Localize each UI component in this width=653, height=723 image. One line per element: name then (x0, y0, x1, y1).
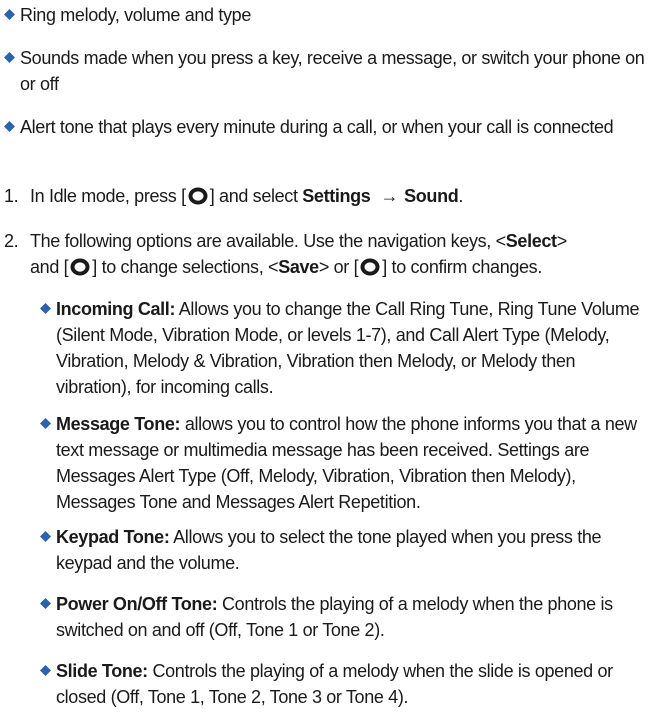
settings-label: Settings (302, 186, 371, 206)
ok-key-icon (188, 186, 208, 206)
manual-page: Ring melody, volume and type Sounds made… (0, 0, 653, 723)
diamond-bullet-icon (40, 598, 51, 609)
step-text: The following options are available. Use… (30, 231, 506, 251)
step-2: 2. The following options are available. U… (4, 228, 653, 280)
step-number: 1. (4, 186, 19, 206)
option-title: Keypad Tone: (56, 527, 170, 547)
diamond-bullet-icon (40, 531, 51, 542)
step-text: > or [ (318, 257, 359, 277)
option-message-tone: Message Tone: allows you to control how … (40, 411, 653, 515)
option-title: Slide Tone: (56, 661, 148, 681)
step-text: . (458, 186, 464, 206)
diamond-bullet-icon (4, 9, 15, 20)
step-text: ] and select (209, 186, 298, 206)
step-1: 1. In Idle mode, press [ ] and select Sett… (4, 183, 644, 209)
arrow-icon: → (380, 186, 399, 206)
diamond-bullet-icon (40, 665, 51, 676)
intro-bullet-text: Alert tone that plays every minute durin… (20, 117, 614, 137)
save-label: Save (278, 257, 319, 277)
intro-bullet-text: Ring melody, volume and type (20, 5, 251, 25)
step-text: > (556, 231, 568, 251)
sound-label: Sound (404, 186, 459, 206)
step-number: 2. (4, 231, 19, 251)
diamond-bullet-icon (4, 121, 15, 132)
intro-bullet-2: Sounds made when you press a key, receiv… (4, 45, 653, 97)
ok-key-icon (360, 257, 380, 277)
step-text: and [ (30, 257, 69, 277)
diamond-bullet-icon (40, 303, 51, 314)
intro-bullet-1: Ring melody, volume and type (4, 2, 644, 28)
option-incoming-call: Incoming Call: Allows you to change the … (40, 296, 651, 400)
intro-bullet-text: Sounds made when you press a key, receiv… (20, 48, 645, 94)
option-keypad-tone: Keypad Tone: Allows you to select the to… (40, 524, 651, 576)
step-text: ] to change selections, < (92, 257, 279, 277)
option-slide-tone: Slide Tone: Controls the playing of a me… (40, 658, 651, 710)
step-text: In Idle mode, press [ (30, 186, 186, 206)
diamond-bullet-icon (40, 418, 51, 429)
option-title: Message Tone: (56, 414, 181, 434)
step-text: ] to confirm changes. (382, 257, 542, 277)
diamond-bullet-icon (4, 52, 15, 63)
intro-bullet-3: Alert tone that plays every minute durin… (4, 114, 640, 140)
option-title: Incoming Call: (56, 299, 176, 319)
select-label: Select (505, 231, 557, 251)
option-title: Power On/Off Tone: (56, 594, 218, 614)
ok-key-icon (70, 257, 90, 277)
option-power-tone: Power On/Off Tone: Controls the playing … (40, 591, 651, 643)
